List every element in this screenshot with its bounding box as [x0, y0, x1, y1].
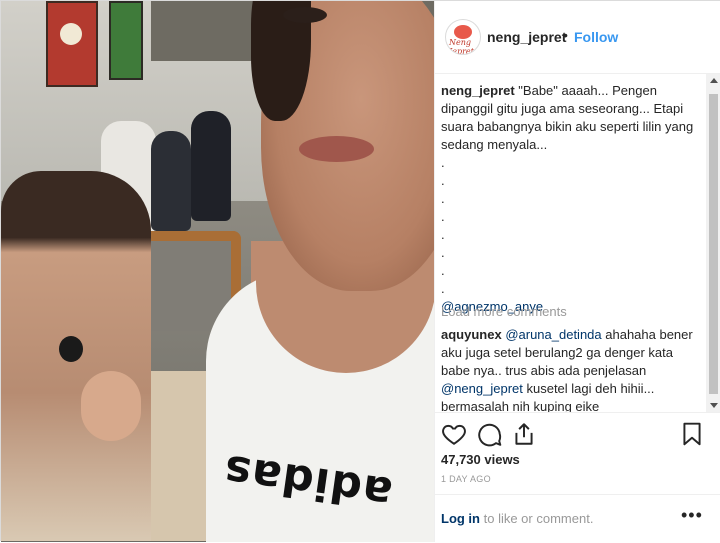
scrollbar-thumb[interactable]: [709, 94, 718, 394]
background-poster: [109, 1, 143, 80]
background-person: [191, 111, 231, 221]
action-bar: [435, 412, 720, 453]
post-caption: neng_jepret "Babe" aaaah... Pengen dipan…: [441, 82, 707, 316]
caption-username[interactable]: neng_jepret: [441, 83, 515, 98]
avatar[interactable]: Neng Jepret: [445, 19, 481, 55]
post-video[interactable]: adidas: [1, 1, 434, 542]
post-side-panel: Neng Jepret neng_jepret • Follow neng_je…: [434, 1, 720, 542]
separator: •: [563, 27, 568, 43]
comment-mention[interactable]: @aruna_detinda: [505, 327, 601, 342]
eye: [283, 7, 327, 23]
comment-username[interactable]: aquyunex: [441, 327, 502, 342]
avatar-logo-mark: [454, 25, 472, 39]
login-suffix: to like or comment.: [480, 511, 594, 526]
comment-mention[interactable]: @neng_jepret: [441, 381, 523, 396]
comments-scrollbar[interactable]: [706, 74, 720, 412]
heart-icon[interactable]: [441, 421, 467, 447]
scroll-up-icon[interactable]: [710, 78, 718, 83]
comment-icon[interactable]: [477, 421, 503, 447]
comments-list[interactable]: neng_jepret "Babe" aaaah... Pengen dipan…: [435, 74, 707, 412]
avatar-text: Neng Jepret: [449, 38, 474, 55]
post-container: adidas Neng Jepret neng_jepret • Follow …: [0, 0, 720, 542]
hand: [81, 371, 141, 441]
background-person: [151, 131, 191, 231]
bookmark-icon[interactable]: [679, 421, 705, 447]
load-more-comments-button[interactable]: Load more comments: [441, 304, 567, 319]
share-icon[interactable]: [511, 421, 537, 447]
list-item: aquyunex @aruna_detinda ahahaha bener ak…: [441, 326, 701, 412]
timestamp[interactable]: 1 DAY AGO: [441, 474, 491, 484]
post-footer: Log in to like or comment. •••: [435, 494, 720, 543]
lips: [299, 136, 374, 162]
follow-button[interactable]: Follow: [574, 29, 618, 45]
scroll-down-icon[interactable]: [710, 403, 718, 408]
login-link[interactable]: Log in: [441, 511, 480, 526]
microphone: [59, 336, 83, 362]
username-link[interactable]: neng_jepret: [487, 29, 566, 45]
caption-text: "Babe" aaaah... Pengen dipanggil gitu ju…: [441, 83, 694, 296]
login-prompt: Log in to like or comment.: [441, 511, 593, 526]
view-count[interactable]: 47,730 views: [441, 452, 520, 467]
more-icon[interactable]: •••: [681, 505, 703, 526]
post-header: Neng Jepret neng_jepret • Follow: [435, 1, 720, 74]
background-poster: [46, 1, 98, 87]
